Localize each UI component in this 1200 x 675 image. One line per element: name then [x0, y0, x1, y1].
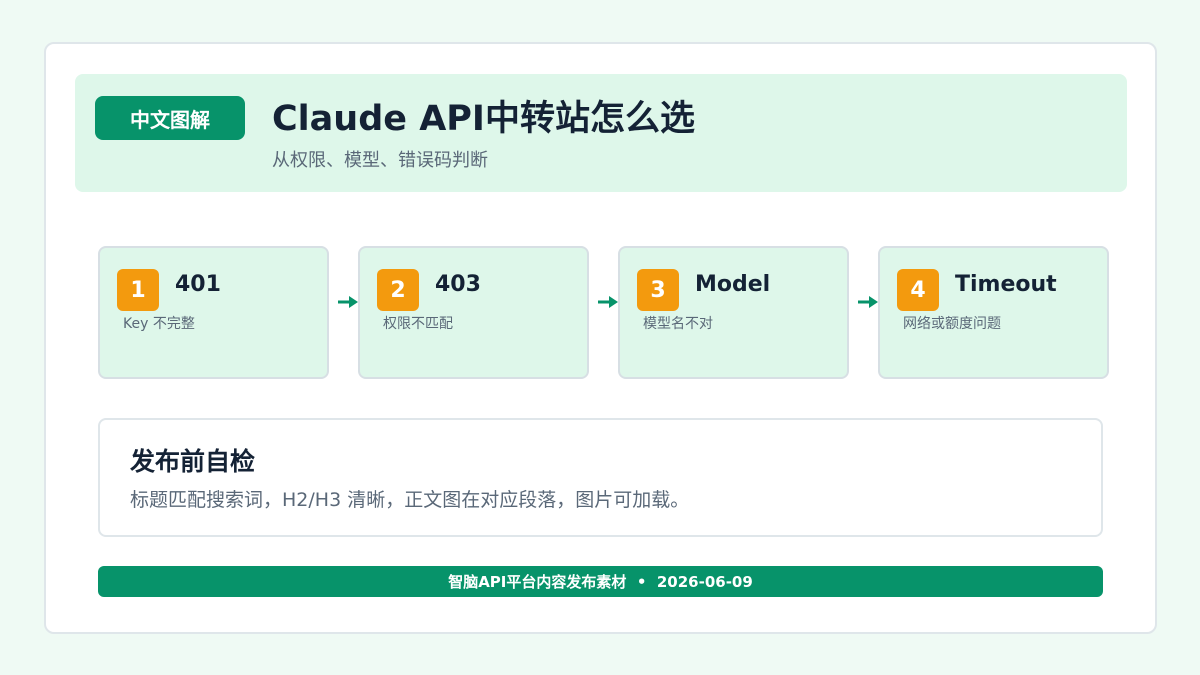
checklist-text: 标题匹配搜索词，H2/H3 清晰，正文图在对应段落，图片可加载。 [130, 489, 690, 511]
step-card-2: 2 403 权限不匹配 [358, 246, 589, 379]
step-description: 网络或额度问题 [903, 316, 1001, 332]
step-card-4: 4 Timeout 网络或额度问题 [878, 246, 1109, 379]
step-number-badge: 2 [377, 269, 419, 311]
step-title: 401 [175, 272, 221, 297]
arrow-right-icon [338, 296, 358, 308]
checklist-title: 发布前自检 [130, 447, 256, 476]
step-number-badge: 3 [637, 269, 679, 311]
step-card-3: 3 Model 模型名不对 [618, 246, 849, 379]
step-title: 403 [435, 272, 481, 297]
step-card-1: 1 401 Key 不完整 [98, 246, 329, 379]
page-subtitle: 从权限、模型、错误码判断 [272, 150, 488, 171]
page-title: Claude API中转站怎么选 [272, 99, 695, 139]
arrow-right-icon [858, 296, 878, 308]
step-title: Timeout [955, 272, 1057, 297]
step-description: 模型名不对 [643, 316, 713, 332]
step-title: Model [695, 272, 771, 297]
step-number-badge: 1 [117, 269, 159, 311]
step-description: Key 不完整 [123, 316, 195, 332]
step-number-badge: 4 [897, 269, 939, 311]
category-badge: 中文图解 [95, 96, 245, 140]
checklist-panel: 发布前自检 标题匹配搜索词，H2/H3 清晰，正文图在对应段落，图片可加载。 [98, 418, 1103, 537]
footer-bar: 智脑API平台内容发布素材 • 2026-06-09 [98, 566, 1103, 597]
arrow-right-icon [598, 296, 618, 308]
step-description: 权限不匹配 [383, 316, 453, 332]
